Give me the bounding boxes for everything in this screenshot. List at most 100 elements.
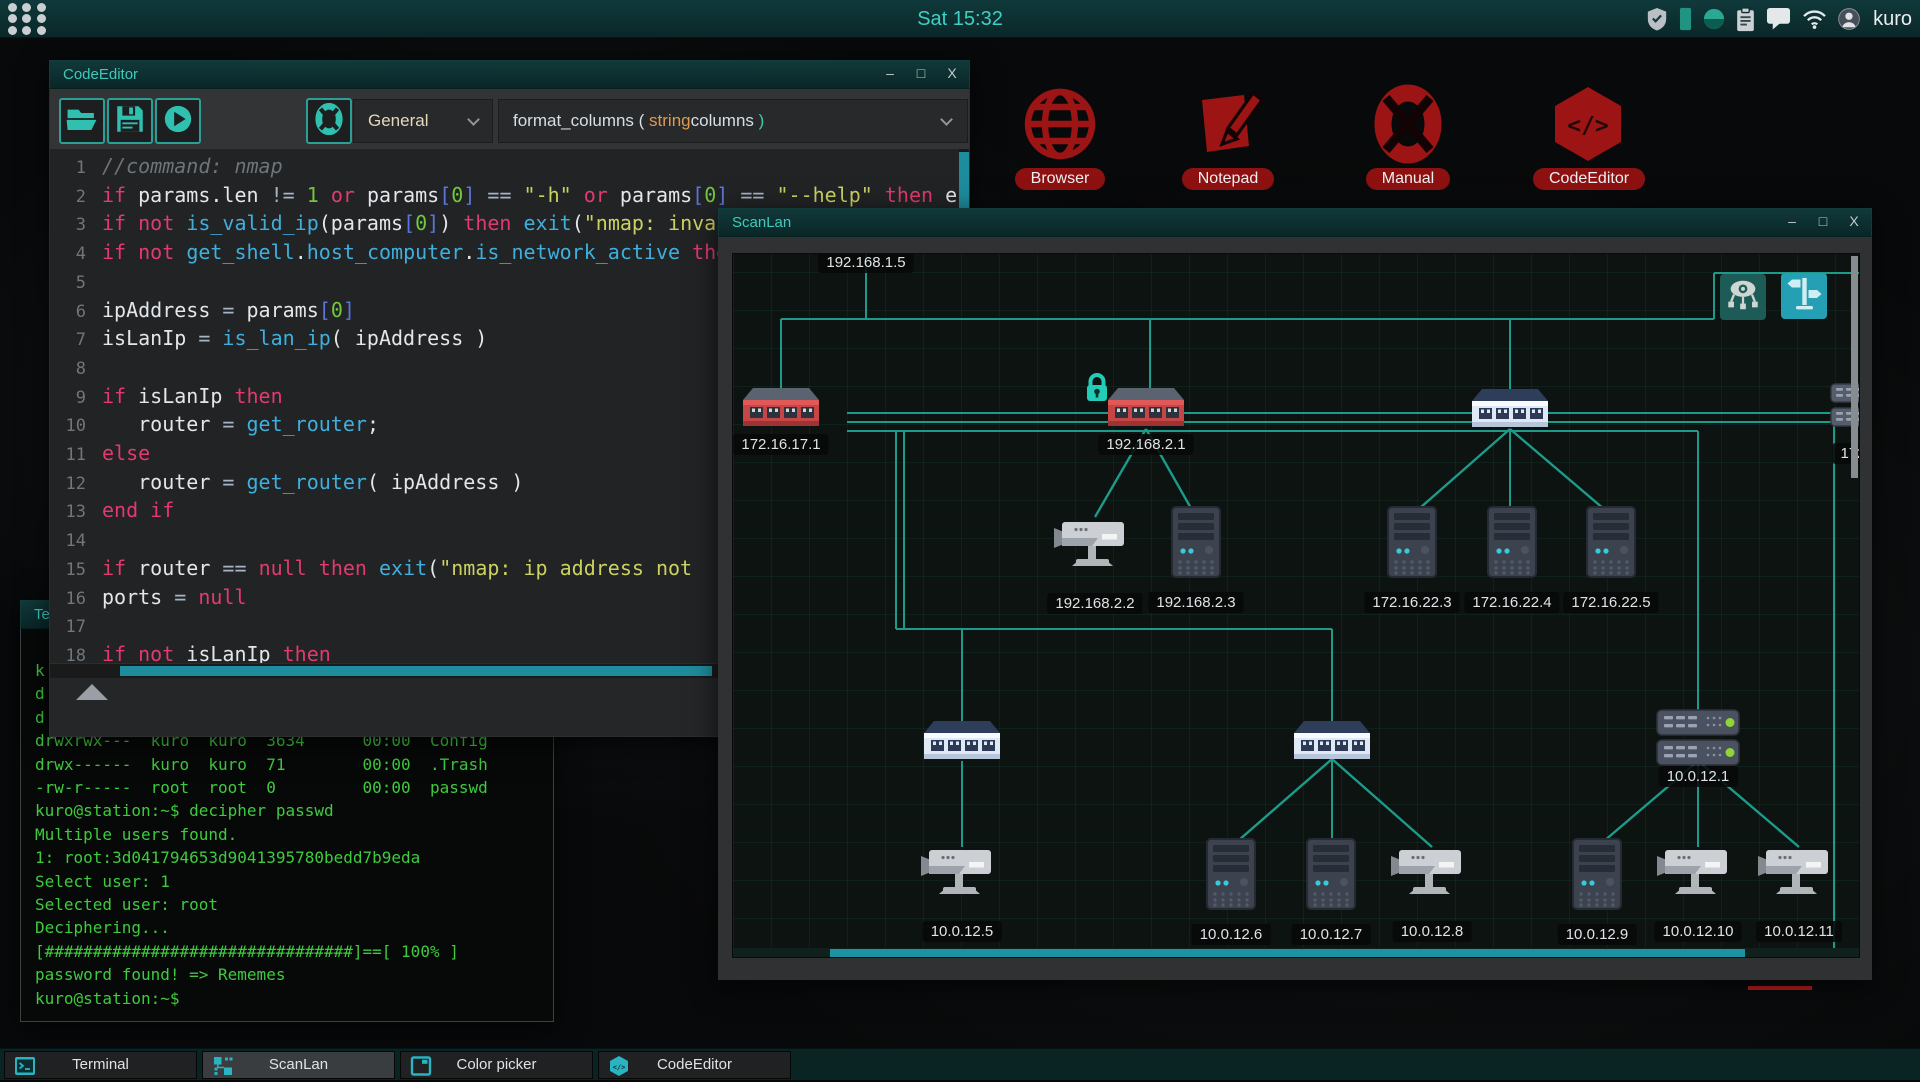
taskbar-item-label: CodeEditor [599, 1056, 790, 1073]
network-node-192.168.2.2[interactable] [1054, 516, 1136, 576]
topbar: Sat 15:32 kuro [0, 0, 1920, 38]
network-node-label: 172.16.22.3 [1364, 592, 1459, 613]
status-circle-icon[interactable] [1703, 8, 1725, 30]
maximize-button[interactable]: □ [914, 65, 928, 81]
globe-icon [1020, 84, 1100, 164]
network-node-switch-blue[interactable] [1294, 719, 1370, 765]
lifering-icon [312, 102, 346, 141]
network-node-10.0.12.10[interactable] [1657, 844, 1739, 904]
network-node-10.0.12.1[interactable] [1656, 709, 1740, 767]
network-node-192.168.2.3[interactable] [1171, 506, 1221, 578]
network-node-label: 172.16.22.4 [1464, 592, 1559, 613]
network-node-172.16.22.3[interactable] [1387, 506, 1437, 578]
map-vscrollbar-thumb[interactable] [1851, 256, 1858, 478]
desktop-icon-label: Notepad [1182, 168, 1275, 190]
code-line: 12 router = get_router( ipAddress ) [50, 470, 523, 499]
scanlan-title: ScanLan [732, 214, 791, 231]
taskbar-item-color-picker[interactable]: Color picker [400, 1051, 593, 1079]
network-node-label: 10.0.12.5 [923, 921, 1002, 942]
scanlan-window: ScanLan – □ X 192.168.1.5172.16.17.1192.… [718, 208, 1872, 980]
terminal-line: d [35, 684, 45, 703]
network-node-10.0.12.7[interactable] [1306, 838, 1356, 910]
taskbar-item-terminal[interactable]: Terminal [4, 1051, 197, 1079]
terminal-line: Multiple users found. [35, 825, 237, 844]
network-node-switch-blue[interactable] [1472, 387, 1548, 433]
taskbar-item-codeeditor[interactable]: </>CodeEditor [598, 1051, 791, 1079]
chat-icon[interactable] [1766, 7, 1791, 31]
pc-icon [1171, 565, 1221, 582]
wifi-icon[interactable] [1802, 9, 1827, 29]
code-line: 13end if [50, 498, 174, 527]
code-hscrollbar-thumb[interactable] [120, 666, 712, 676]
camera-icon [1758, 891, 1840, 908]
desktop-icon-browser[interactable]: Browser [1005, 84, 1115, 190]
network-node-10.0.12.11[interactable] [1758, 844, 1840, 904]
signature-dropdown-value: format_columns ( stringcolumns ) [513, 111, 764, 131]
code-line: 14 [50, 527, 102, 556]
codeeditor-title: CodeEditor [63, 66, 138, 83]
network-node-label: 192.168.2.3 [1148, 592, 1243, 613]
minimize-button[interactable]: – [1785, 213, 1799, 229]
close-button[interactable]: X [945, 65, 959, 81]
desktop-icon-manual[interactable]: Manual [1353, 84, 1463, 190]
notepad-icon [1188, 84, 1268, 164]
bot-tool-button[interactable] [1720, 274, 1766, 320]
folder-open-icon [65, 102, 99, 141]
terminal-line: kuro@station:~$ decipher passwd [35, 801, 334, 820]
scanlan-titlebar[interactable]: ScanLan – □ X [718, 208, 1872, 237]
network-map[interactable]: 192.168.1.5172.16.17.1192.168.2.1192.168… [732, 253, 1860, 958]
terminal-line: drwx------ kuro kuro 71 00:00 .Trash [35, 755, 488, 774]
desktop-icon-notepad[interactable]: Notepad [1173, 84, 1283, 190]
camera-icon [1054, 563, 1136, 580]
chevron-down-icon [940, 113, 953, 126]
desktop-icon-label: Manual [1366, 168, 1450, 190]
network-node-10.0.12.6[interactable] [1206, 838, 1256, 910]
network-node-label: 172.16.22.5 [1563, 592, 1658, 613]
expand-console-button[interactable] [76, 684, 108, 700]
taskbar: Terminal ScanLan Color picker</>CodeEditor [0, 1048, 1920, 1080]
camera-icon [921, 891, 1003, 908]
code-line: 4if not get_shell.host_computer.is_netwo… [50, 240, 740, 269]
network-node-192.168.2.1[interactable] [1108, 386, 1184, 432]
codeeditor-toolbar: General format_columns ( stringcolumns ) [50, 89, 969, 149]
network-node-172.16.17.1[interactable] [743, 386, 819, 432]
network-node-172.16.22.5[interactable] [1586, 506, 1636, 578]
pc-icon [1586, 565, 1636, 582]
avatar-icon[interactable] [1838, 8, 1860, 30]
desktop-icon-codeeditor[interactable]: </>CodeEditor [1533, 84, 1643, 190]
shield-check-icon[interactable] [1646, 7, 1668, 31]
taskbar-item-label: ScanLan [203, 1056, 394, 1073]
taskbar-item-scanlan[interactable]: ScanLan [202, 1051, 395, 1079]
network-node-label: 10.0.12.7 [1292, 924, 1371, 945]
network-node-10.0.12.8[interactable] [1391, 844, 1473, 904]
open-file-button[interactable] [59, 98, 105, 144]
help-button[interactable] [306, 98, 352, 144]
battery-icon[interactable] [1679, 7, 1692, 31]
code-line: 18if not isLanIp then [50, 642, 331, 663]
route-tool-button[interactable] [1781, 273, 1827, 319]
terminal-line: Selected user: root [35, 895, 218, 914]
minimize-button[interactable]: – [883, 65, 897, 81]
signature-dropdown[interactable]: format_columns ( stringcolumns ) [498, 99, 968, 143]
network-node-10.0.12.9[interactable] [1572, 838, 1622, 910]
terminal-line: [################################]==[ 10… [35, 942, 459, 961]
maximize-button[interactable]: □ [1816, 213, 1830, 229]
network-node-10.0.12.5[interactable] [921, 844, 1003, 904]
code-line: 11else [50, 441, 150, 470]
network-node-172.16.22.4[interactable] [1487, 506, 1537, 578]
code-line: 6ipAddress = params[0] [50, 298, 355, 327]
map-hscrollbar-thumb[interactable] [830, 949, 1745, 958]
network-node-switch-blue[interactable] [924, 719, 1000, 765]
clipboard-icon[interactable] [1736, 7, 1755, 32]
close-button[interactable]: X [1847, 213, 1861, 229]
network-node-label: 192.168.2.2 [1047, 593, 1142, 614]
terminal-line: 1: root:3d041794653d9041395780bedd7b9eda [35, 848, 420, 867]
category-dropdown[interactable]: General [353, 99, 493, 143]
run-script-button[interactable] [155, 98, 201, 144]
switch-blue-icon [924, 752, 1000, 769]
save-file-button[interactable] [107, 98, 153, 144]
taskbar-item-label: Terminal [5, 1056, 196, 1073]
codeeditor-titlebar[interactable]: CodeEditor – □ X [49, 60, 970, 89]
network-node-label: 172.16.17.1 [733, 434, 828, 455]
pc-icon [1572, 897, 1622, 914]
